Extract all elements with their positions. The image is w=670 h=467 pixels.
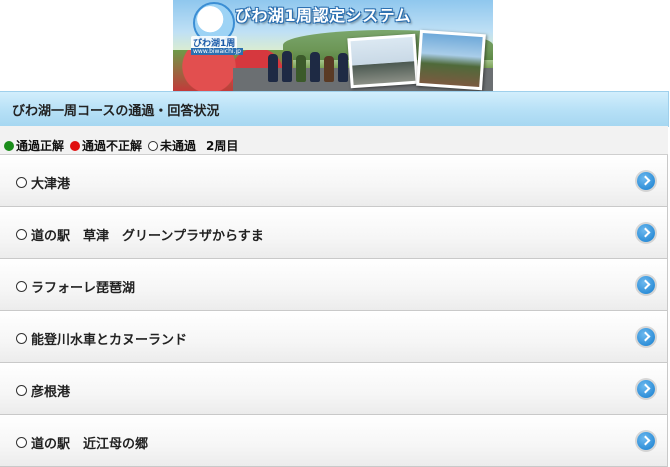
white-circle-icon [16,437,27,448]
green-circle-icon [4,140,14,151]
banner-title: びわ湖1周認定システム [235,6,412,25]
chevron-right-circle-icon[interactable] [637,172,655,190]
chevron-right-circle-icon[interactable] [637,276,655,294]
legend-passed-incorrect: 通過不正解 [82,139,143,153]
checkpoint-label: 道の駅 草津 グリーンプラザからすま [31,229,264,244]
list-item-notogawa[interactable]: 能登川水車とカヌーランド [0,311,668,363]
list-item-laforet[interactable]: ラフォーレ琵琶湖 [0,259,668,311]
section-header: びわ湖一周コースの通過・回答状況 [0,91,669,127]
logo-url: www.biwaichi.jp [191,48,243,55]
status-legend: 通過正解 通過不正解 未通過 2周目 [0,126,668,155]
checkpoint-label: 能登川水車とカヌーランド [31,333,188,348]
checkpoint-label: ラフォーレ琵琶湖 [31,281,136,296]
banner-area: びわ湖1周 www.biwaichi.jp びわ湖1周認定システム [0,0,670,91]
chevron-right-circle-icon[interactable] [637,380,655,398]
list-item-kusatsu[interactable]: 道の駅 草津 グリーンプラザからすま [0,207,668,259]
red-circle-icon [70,140,81,151]
legend-passed-correct: 通過正解 [16,139,65,153]
list-item-otsu-port[interactable]: 大津港 [0,155,668,207]
section-title: びわ湖一周コースの通過・回答状況 [12,104,220,119]
white-circle-icon [148,140,159,151]
chevron-right-circle-icon[interactable] [637,328,655,346]
checkpoint-label: 大津港 [31,177,71,192]
white-circle-icon [16,333,27,344]
checkpoint-label: 道の駅 近江母の郷 [31,437,149,452]
legend-not-passed: 未通過 [160,139,197,153]
list-item-hikone-port[interactable]: 彦根港 [0,363,668,415]
chevron-right-circle-icon[interactable] [637,224,655,242]
white-circle-icon [16,229,27,240]
lap-label: 2周目 [206,139,239,153]
chevron-right-circle-icon[interactable] [637,432,655,450]
white-circle-icon [16,385,27,396]
checkpoint-list: 大津港 道の駅 草津 グリーンプラザからすま ラフォーレ琵琶湖 能登川水車とカヌ… [0,155,668,467]
list-item-omi-hahanosato[interactable]: 道の駅 近江母の郷 [0,415,668,467]
cyclists-illustration [268,36,353,82]
white-circle-icon [16,281,27,292]
banner-image: びわ湖1周 www.biwaichi.jp びわ湖1周認定システム [173,0,493,91]
lake-photo [347,33,419,89]
checkpoint-label: 彦根港 [31,385,71,400]
riders-photo [416,29,486,91]
white-circle-icon [16,177,27,188]
